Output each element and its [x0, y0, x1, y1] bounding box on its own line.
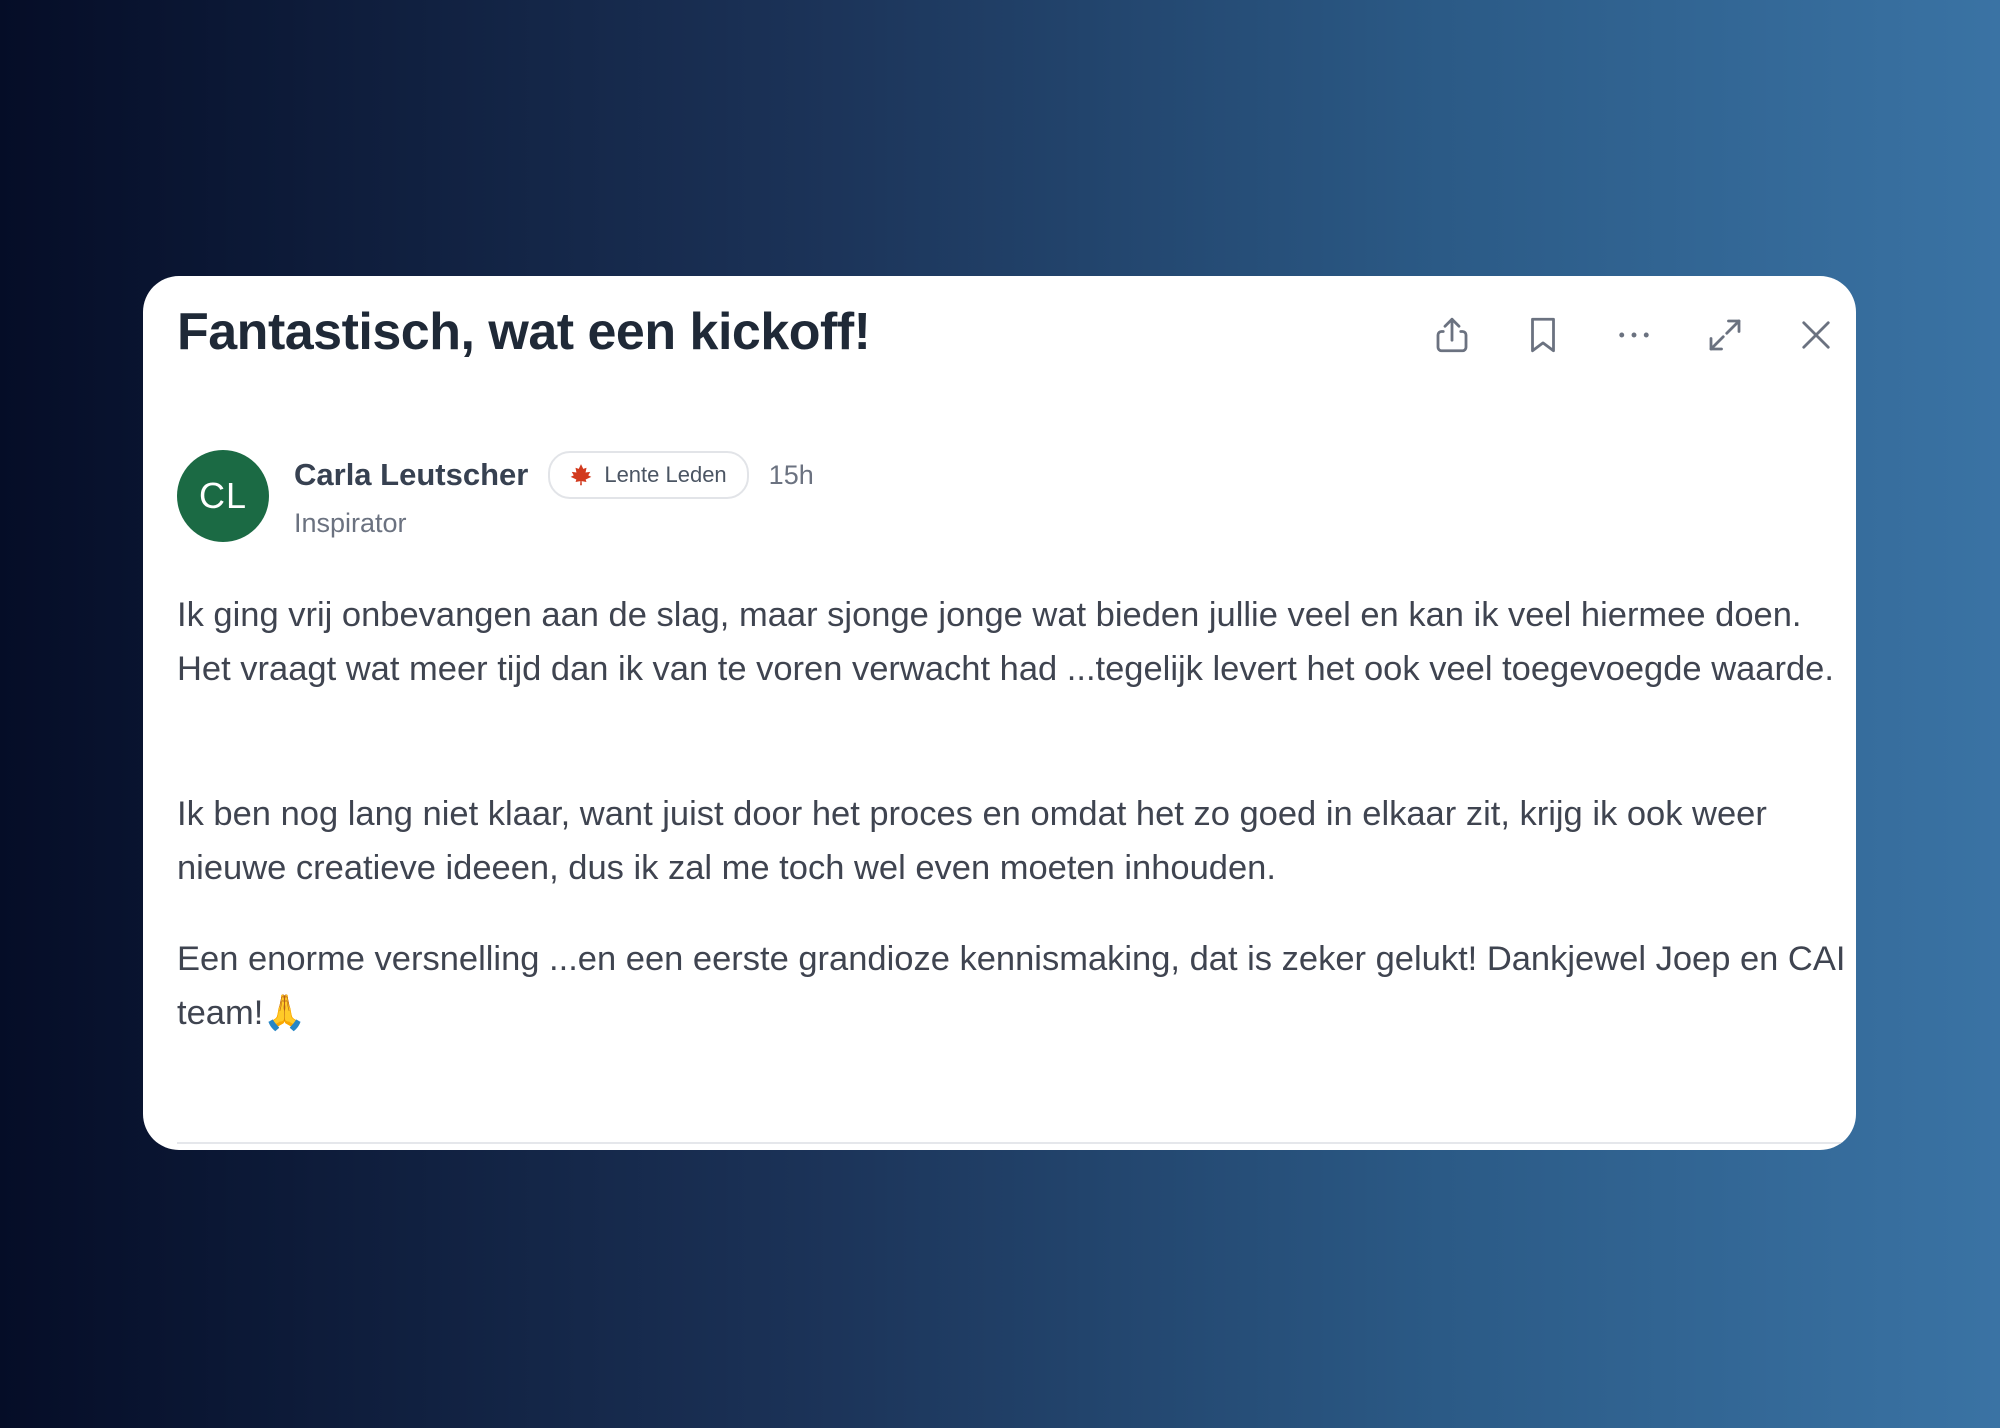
post-paragraph-text: Een enorme versnelling ...en een eerste …	[177, 940, 1846, 1032]
share-icon	[1436, 317, 1468, 353]
post-modal: Fantastisch, wat een kickoff! CL Carla L…	[143, 276, 1856, 1150]
bookmark-button[interactable]	[1511, 303, 1575, 367]
close-button[interactable]	[1784, 303, 1848, 367]
close-icon	[1802, 321, 1830, 349]
post-paragraph: Een enorme versnelling ...en een eerste …	[177, 932, 1849, 1040]
post-meta: Carla Leutscher Lente Leden 15h	[294, 451, 814, 499]
post-toolbar	[1420, 303, 1856, 367]
post-paragraph: Ik ben nog lang niet klaar, want juist d…	[177, 795, 1767, 887]
share-button[interactable]	[1420, 303, 1484, 367]
more-options-button[interactable]	[1602, 303, 1666, 367]
post-body: Ik ging vrij onbevangen aan de slag, maa…	[177, 588, 1849, 1040]
post-paragraph: Ik ging vrij onbevangen aan de slag, maa…	[177, 596, 1834, 688]
author-name[interactable]: Carla Leutscher	[294, 457, 528, 493]
expand-icon	[1709, 319, 1741, 351]
badge-label: Lente Leden	[604, 462, 727, 487]
post-title: Fantastisch, wat een kickoff!	[177, 303, 871, 361]
divider	[177, 1142, 1856, 1144]
avatar[interactable]: CL	[177, 450, 269, 542]
folded-hands-emoji: 🙏	[263, 993, 307, 1033]
member-badge[interactable]: Lente Leden	[548, 451, 749, 499]
bookmark-icon	[1531, 317, 1555, 353]
more-icon	[1619, 332, 1649, 338]
post-timestamp[interactable]: 15h	[769, 460, 814, 491]
author-role: Inspirator	[294, 508, 407, 538]
expand-button[interactable]	[1693, 303, 1757, 367]
maple-leaf-icon	[571, 464, 592, 486]
